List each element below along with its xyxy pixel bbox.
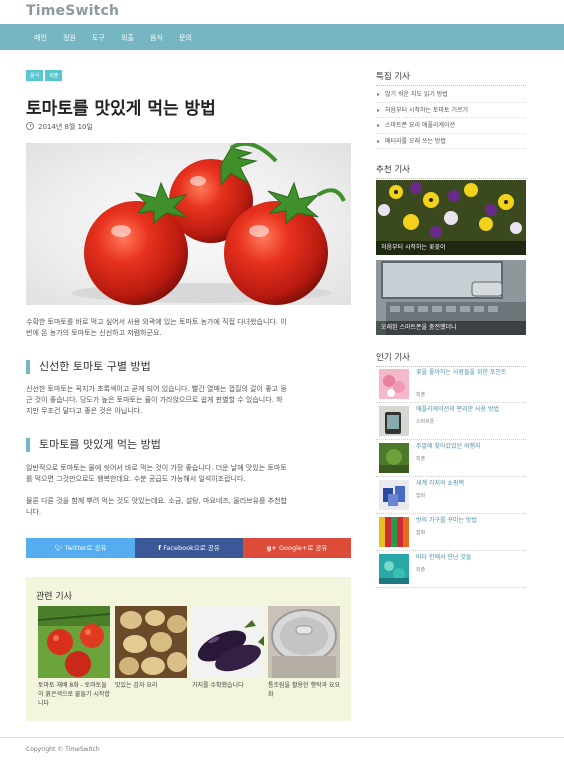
intro-paragraph: 수확한 토마토를 바로 먹고 싶어서 사용 외곽에 있는 토마토 농가에 직접 …	[26, 317, 351, 339]
section1-line: 근 것이 좋습니다. 당도가 높은 토마토는 물이 가라앉으므로 쉽게 판별할 …	[26, 396, 283, 404]
recommended-caption[interactable]: 처음부터 시작하는 꽃꽂이	[376, 241, 526, 255]
nav-item-tools[interactable]: 도구	[92, 33, 105, 43]
nav-item-outing[interactable]: 외출	[121, 33, 134, 43]
google-plus-icon: g+	[266, 544, 279, 552]
related-caption[interactable]: 토마토 재배 8화 - 토마토들이 붉은색으로 물들기 시작합니다	[38, 681, 110, 708]
related-item[interactable]: 토마토 재배 8화 - 토마토들이 붉은색으로 물들기 시작합니다	[38, 606, 110, 708]
related-articles: 관련 기사 토마토 재배 8화 - 토마토들이 붉은색으로 물들기 시작합니다	[26, 577, 351, 721]
popular-thumb[interactable]	[379, 554, 409, 584]
popular-category: 잡화	[416, 493, 426, 499]
site-logo[interactable]: TimeSwitch	[26, 3, 119, 19]
related-item[interactable]: 통조림을 활용한 행락과 요요화	[268, 606, 340, 699]
clock-icon	[26, 122, 34, 130]
intro-line: 수확한 토마토를 바로 먹고 싶어서 사용 외곽에 있는 토마토 농가에 직접 …	[26, 318, 287, 326]
popular-title[interactable]: 바다 안에서 만난 것들	[416, 554, 524, 562]
section2-line: 물론 다른 것을 함께 뿌려 먹는 것도 맛있는데요. 소금, 설탕, 마요네즈…	[26, 497, 288, 505]
popular-item[interactable]: 애플리케이션의 편리한 사용 방법 스마트폰	[376, 403, 526, 440]
section2-paragraph-1: 일반적으로 토마토는 물에 씻어서 바로 먹는 것이 가장 좋습니다. 더운 날…	[26, 463, 351, 485]
popular-item[interactable]: 방의 가구를 꾸미는 방법 잡화	[376, 514, 526, 551]
share-twitter-button[interactable]: 🐦︎ Twitter로 공유	[26, 538, 135, 558]
related-thumb-can[interactable]	[268, 606, 340, 678]
section2-paragraph-2: 물론 다른 것을 함께 뿌려 먹는 것도 맛있는데요. 소금, 설탕, 마요네즈…	[26, 496, 351, 518]
recommended-caption[interactable]: 오래된 스마트폰을 충전했더니	[376, 321, 526, 335]
popular-category: 외출	[416, 567, 426, 573]
nav-item-garden[interactable]: 정원	[63, 33, 76, 43]
section-heading-fresh: 신선한 토마토 구별 방법	[26, 360, 151, 374]
related-caption[interactable]: 맛있는 감자 요리	[115, 681, 187, 690]
recommended-item-phone[interactable]: 오래된 스마트폰을 충전했더니	[376, 260, 526, 335]
nav-item-contact[interactable]: 문의	[179, 33, 192, 43]
popular-title[interactable]: 애플리케이션의 편리한 사용 방법	[416, 406, 524, 414]
article-tags: 음식 외출	[26, 70, 64, 81]
popular-item[interactable]: 꽃을 좋아하는 사람들을 위한 포인트 외출	[376, 366, 526, 403]
related-item[interactable]: 가지를 수확했습니다	[192, 606, 264, 690]
article-date: 2014년 8월 10일	[26, 122, 93, 132]
share-google-button[interactable]: g+ Google+로 공유	[243, 538, 351, 558]
recommended-item-flowers[interactable]: 처음부터 시작하는 꽃꽂이	[376, 180, 526, 255]
popular-title[interactable]: 방의 가구를 꾸미는 방법	[416, 517, 524, 525]
popular-category: 스마트폰	[416, 419, 435, 425]
popular-thumb[interactable]	[379, 517, 409, 547]
related-thumb-potato[interactable]	[115, 606, 187, 678]
popular-category: 잡화	[416, 530, 426, 536]
related-thumb-eggplant[interactable]	[192, 606, 264, 678]
sidebar-featured-list: 많기 쉬운 지도 읽기 방법 처음부터 시작하는 토마토 기르기 스마트폰 요리…	[376, 87, 526, 149]
share-facebook-button[interactable]: f Facebook으로 공유	[135, 538, 243, 558]
popular-title[interactable]: 세계 각지의 쇼핑백	[416, 480, 524, 488]
footer-divider	[0, 737, 564, 738]
section2-line: 일반적으로 토마토는 물에 씻어서 바로 먹는 것이 가장 좋습니다. 더운 날…	[26, 464, 287, 472]
featured-item[interactable]: 처음부터 시작하는 토마토 기르기	[376, 103, 526, 118]
sidebar-featured-title: 특집 기사	[376, 70, 526, 86]
tag-food[interactable]: 음식	[26, 70, 44, 81]
section1-paragraph: 신선한 토마토는 꼭지가 초록색이고 곧게 되어 있습니다. 빨간 열매는 껍질…	[26, 384, 351, 417]
nav-item-main[interactable]: 메인	[34, 33, 47, 43]
intro-line: 번에 온 농가의 토마토는 신선하고 저렴하군요.	[26, 329, 162, 337]
share-facebook-label: Facebook으로 공유	[163, 544, 220, 552]
popular-item[interactable]: 세계 각지의 쇼핑백 잡화	[376, 477, 526, 514]
sidebar-popular-title: 인기 기사	[376, 351, 526, 367]
share-google-label: Google+로 공유	[279, 544, 328, 552]
featured-item[interactable]: 많기 쉬운 지도 읽기 방법	[376, 87, 526, 103]
popular-category: 외출	[416, 456, 426, 462]
featured-item[interactable]: 스마트폰 요리 애플리케이션	[376, 118, 526, 134]
twitter-icon: 🐦︎	[54, 544, 65, 552]
site-header: TimeSwitch	[0, 0, 564, 24]
popular-title[interactable]: 주말에 찾아갔었던 여행지	[416, 443, 524, 451]
popular-thumb[interactable]	[379, 443, 409, 473]
featured-item[interactable]: 배터리를 오래 쓰는 방법	[376, 134, 526, 149]
section1-line: 지만 무조건 달다고 좋은 것은 아닙니다.	[26, 407, 143, 415]
section1-line: 신선한 토마토는 꼭지가 초록색이고 곧게 되어 있습니다. 빨간 열매는 껍질…	[26, 385, 287, 393]
popular-item[interactable]: 주말에 찾아갔었던 여행지 외출	[376, 440, 526, 477]
section2-line: 를 먹으면 그것만으로도 행복한데요. 수분 공급도 가능해서 일석이조랍니다.	[26, 475, 246, 483]
footer-copyright: Copyright © TimeSwitch	[26, 746, 100, 753]
sidebar-recommended-title: 추천 기사	[376, 163, 526, 179]
section-heading-eat: 토마토를 맛있게 먹는 방법	[26, 438, 161, 452]
popular-title[interactable]: 꽃을 좋아하는 사람들을 위한 포인트	[416, 369, 524, 377]
popular-thumb[interactable]	[379, 480, 409, 510]
popular-category: 외출	[416, 392, 426, 398]
tag-outing[interactable]: 외출	[45, 70, 63, 81]
main-nav: 메인 정원 도구 외출 음식 문의	[0, 24, 564, 50]
popular-thumb[interactable]	[379, 406, 409, 436]
date-text: 2014년 8월 10일	[38, 123, 93, 131]
popular-thumb[interactable]	[379, 369, 409, 399]
nav-item-food[interactable]: 음식	[150, 33, 163, 43]
hero-image-tomatoes	[26, 143, 351, 305]
related-caption[interactable]: 통조림을 활용한 행락과 요요화	[268, 681, 340, 699]
share-twitter-label: Twitter로 공유	[64, 544, 107, 552]
related-caption[interactable]: 가지를 수확했습니다	[192, 681, 264, 690]
related-item[interactable]: 맛있는 감자 요리	[115, 606, 187, 690]
section2-line: 니다.	[26, 508, 42, 516]
article-title: 토마토를 맛있게 먹는 방법	[26, 99, 216, 119]
popular-item[interactable]: 바다 안에서 만난 것들 외출	[376, 551, 526, 588]
related-title: 관련 기사	[36, 592, 72, 602]
related-thumb-tomato[interactable]	[38, 606, 110, 678]
